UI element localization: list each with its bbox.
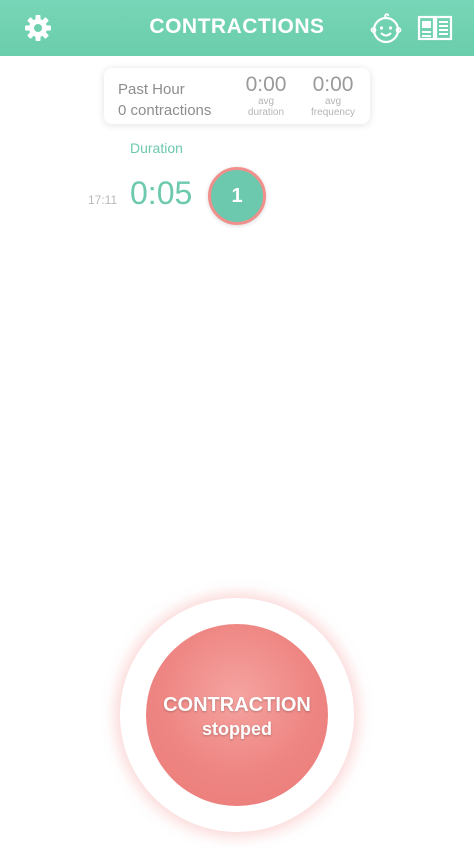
avg-frequency-label-2: frequency	[311, 107, 355, 118]
avg-duration-value: 0:00	[245, 73, 287, 96]
avg-frequency-stat: 0:00 avg frequency	[303, 73, 363, 119]
contraction-button-label: CONTRACTION	[163, 694, 311, 716]
book-button[interactable]	[417, 10, 453, 46]
avg-duration-label-1: avg	[257, 96, 275, 107]
app-header: CONTRACTIONS	[0, 0, 474, 56]
summary-period: Past Hour 0 contractions	[118, 79, 211, 121]
contraction-count: 0 contractions	[118, 102, 212, 119]
baby-button[interactable]	[368, 10, 404, 46]
contraction-duration: 0:05	[130, 175, 193, 211]
baby-face-icon	[370, 13, 402, 44]
avg-frequency-value: 0:00	[312, 73, 354, 96]
contraction-toggle-button[interactable]: CONTRACTION stopped	[146, 624, 328, 806]
contraction-start-time: 17:11	[88, 193, 118, 207]
book-icon	[417, 15, 453, 41]
avg-frequency-label-1: avg	[324, 96, 342, 107]
contraction-button-status: stopped	[202, 719, 272, 739]
summary-card: Past Hour 0 contractions 0:00 avg durati…	[104, 68, 370, 124]
avg-duration-stat: 0:00 avg duration	[236, 73, 296, 119]
period-label: Past Hour	[118, 81, 185, 98]
avg-duration-label-2: duration	[247, 107, 285, 118]
duration-column-header: Duration	[130, 140, 183, 156]
contraction-number-badge: 1	[208, 167, 266, 225]
